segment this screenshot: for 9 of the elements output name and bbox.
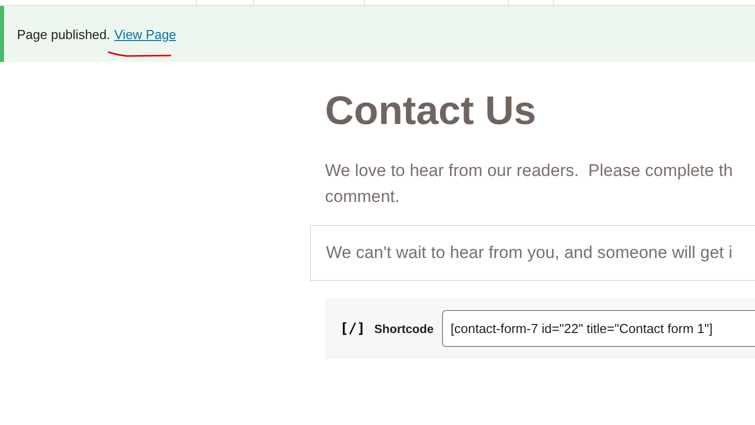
page-heading: Contact Us	[325, 88, 538, 135]
shortcode-field[interactable]: [contact-form-7 id="22" title="Contact form 1"]	[442, 310, 755, 347]
view-page-link[interactable]: View Page	[114, 26, 176, 42]
block-text: We can't wait to hear from you, and someone will get i	[326, 243, 732, 263]
shortcode-icon: [/]	[340, 320, 366, 336]
paragraph: We love to hear from our readers. Please complete th comment.	[325, 160, 734, 208]
notice-message: Page published.	[17, 26, 110, 42]
shortcode-label: Shortcode	[374, 322, 434, 336]
annotation-underline-drawing	[107, 50, 173, 58]
